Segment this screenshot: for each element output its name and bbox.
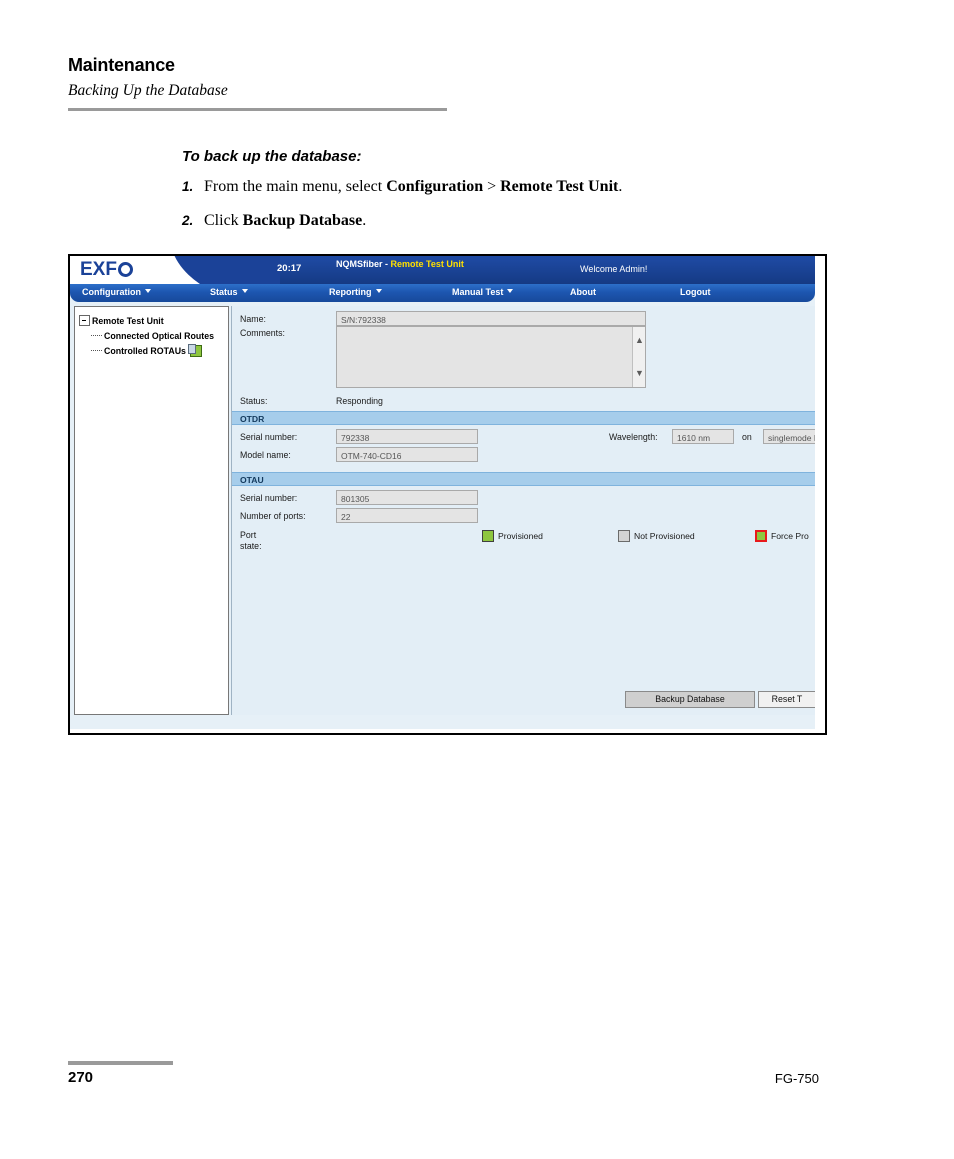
list-item: 1. From the main menu, select Configurat…: [182, 178, 822, 196]
tree-item-label: Remote Test Unit: [92, 315, 164, 326]
comments-label: Comments:: [240, 328, 285, 338]
menu-item-about[interactable]: About: [570, 287, 596, 297]
page-number: 270: [68, 1069, 94, 1086]
force-provisioned-swatch-icon: [755, 530, 767, 542]
comments-field[interactable]: ▲ ▼: [336, 326, 646, 388]
expand-collapse-icon[interactable]: [79, 315, 90, 326]
clock-label: 20:17: [277, 263, 302, 274]
section-header-otau: OTAU: [232, 472, 815, 486]
legend-item-not-provisioned: Not Provisioned: [618, 530, 695, 542]
otau-serial-field[interactable]: 801305: [336, 490, 478, 505]
scroll-up-icon[interactable]: ▲: [635, 336, 644, 345]
menu-item-configuration[interactable]: Configuration: [82, 287, 151, 297]
exfo-logo: EXF: [70, 256, 280, 284]
footer-divider: [68, 1061, 173, 1065]
name-label: Name:: [240, 314, 266, 324]
fiber-type-field[interactable]: singlemode B [: [763, 429, 815, 444]
otdr-model-label: Model name:: [240, 450, 291, 460]
otau-ports-label: Number of ports:: [240, 511, 306, 521]
logo-o-icon: [117, 262, 133, 277]
on-label: on: [742, 432, 752, 442]
chapter-title: Maintenance: [68, 55, 175, 75]
list-item: 2. Click Backup Database.: [182, 212, 822, 230]
product-title: NQMSfiber - Remote Test Unit: [336, 259, 464, 269]
procedure-steps: 1. From the main menu, select Configurat…: [182, 178, 822, 246]
backup-database-button[interactable]: Backup Database: [625, 691, 755, 708]
app-body: Remote Test Unit Connected Optical Route…: [70, 302, 815, 729]
chevron-down-icon: [375, 289, 382, 293]
section-title: Backing Up the Database: [68, 82, 228, 99]
legend-label: Force Pro: [771, 531, 809, 541]
welcome-label: Welcome Admin!: [580, 264, 648, 274]
wavelength-field[interactable]: 1610 nm: [672, 429, 734, 444]
chevron-down-icon: [507, 289, 514, 293]
menu-item-status[interactable]: Status: [210, 287, 248, 297]
step-number: 1.: [182, 179, 194, 194]
step-text: From the main menu, select Configuration…: [204, 178, 623, 195]
otdr-serial-field[interactable]: 792338: [336, 429, 478, 444]
otdr-serial-label: Serial number:: [240, 432, 298, 442]
chevron-down-icon: [241, 289, 248, 293]
tree-line-icon: [91, 349, 102, 352]
application-window: EXF 20:17 NQMSfiber - Remote Test Unit W…: [70, 256, 815, 729]
page-header: Maintenance Backing Up the Database: [68, 55, 468, 111]
scroll-down-icon[interactable]: ▼: [635, 369, 644, 378]
legend-item-provisioned: Provisioned: [482, 530, 543, 542]
not-provisioned-swatch-icon: [618, 530, 630, 542]
legend-label: Not Provisioned: [634, 531, 695, 541]
tree-item-controlled-rotaus[interactable]: Controlled ROTAUs: [79, 343, 224, 358]
procedure-title: To back up the database:: [182, 148, 362, 165]
menu-item-logout[interactable]: Logout: [680, 287, 711, 297]
app-title-bar: EXF 20:17 NQMSfiber - Remote Test Unit W…: [70, 256, 815, 284]
chevron-down-icon: [145, 289, 151, 293]
tree-line-icon: [91, 334, 102, 337]
tree-item-connected-optical-routes[interactable]: Connected Optical Routes: [79, 328, 224, 343]
model-code: FG-750: [774, 1071, 819, 1086]
main-menu-bar: Configuration Status Reporting Manual Te…: [70, 284, 815, 302]
tree-item-label: Controlled ROTAUs: [104, 345, 186, 356]
legend-label: Provisioned: [498, 531, 543, 541]
navigation-tree: Remote Test Unit Connected Optical Route…: [74, 306, 229, 715]
menu-item-manual-test[interactable]: Manual Test: [452, 287, 514, 297]
wavelength-label: Wavelength:: [609, 432, 658, 442]
tree-item-label: Connected Optical Routes: [104, 330, 214, 341]
step-text: Click Backup Database.: [204, 212, 367, 229]
comments-scrollbar[interactable]: ▲ ▼: [632, 327, 645, 387]
status-value: Responding: [336, 396, 383, 406]
section-header-otdr: OTDR: [232, 411, 815, 425]
provisioned-swatch-icon: [482, 530, 494, 542]
reset-button[interactable]: Reset T: [758, 691, 815, 708]
header-divider: [68, 108, 447, 111]
legend-item-force-provisioned: Force Pro: [755, 530, 809, 542]
tree-item-remote-test-unit[interactable]: Remote Test Unit: [79, 313, 224, 328]
status-label: Status:: [240, 396, 268, 406]
otau-ports-field[interactable]: 22: [336, 508, 478, 523]
logo-swoosh-shape: [170, 256, 280, 284]
rotau-status-icon: [187, 343, 202, 357]
details-panel: Name: S/N:792338 Comments: ▲ ▼ Status: R…: [231, 306, 815, 715]
otau-serial-label: Serial number:: [240, 493, 298, 503]
port-state-label: Port state:: [240, 530, 262, 551]
logo-text: EXF: [80, 260, 133, 280]
name-field[interactable]: S/N:792338: [336, 311, 646, 326]
screenshot-frame: EXF 20:17 NQMSfiber - Remote Test Unit W…: [68, 254, 827, 735]
menu-item-reporting[interactable]: Reporting: [329, 287, 382, 297]
otdr-model-field[interactable]: OTM-740-CD16: [336, 447, 478, 462]
step-number: 2.: [182, 213, 194, 228]
